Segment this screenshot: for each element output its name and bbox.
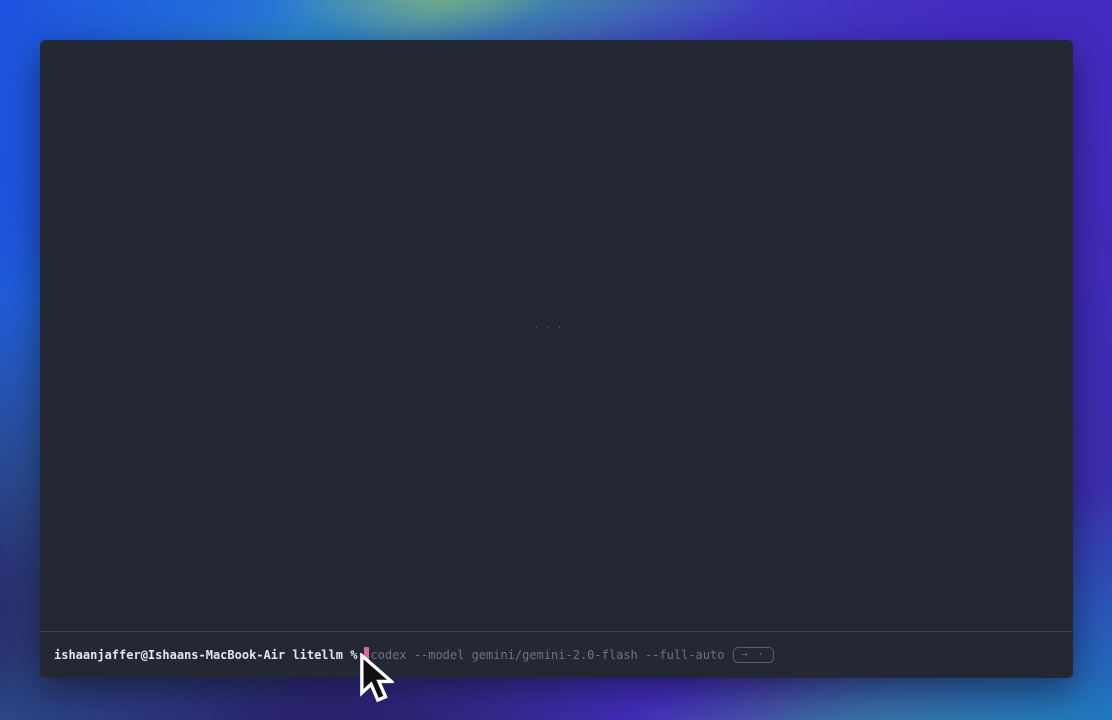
shell-prompt: ishaanjaffer@Ishaans-MacBook-Air litellm… — [54, 648, 357, 662]
text-cursor — [364, 647, 369, 662]
right-arrow-icon: → · — [741, 649, 765, 660]
accept-suggestion-hint: → · — [733, 647, 773, 663]
loading-indicator: ··· — [533, 321, 568, 334]
terminal-output-area: ··· — [40, 40, 1073, 631]
input-divider — [40, 631, 1073, 632]
terminal-window[interactable]: ··· ishaanjaffer@Ishaans-MacBook-Air lit… — [40, 40, 1073, 678]
command-suggestion: codex --model gemini/gemini-2.0-flash --… — [370, 648, 724, 662]
command-input-row[interactable]: ishaanjaffer@Ishaans-MacBook-Air litellm… — [54, 645, 774, 664]
